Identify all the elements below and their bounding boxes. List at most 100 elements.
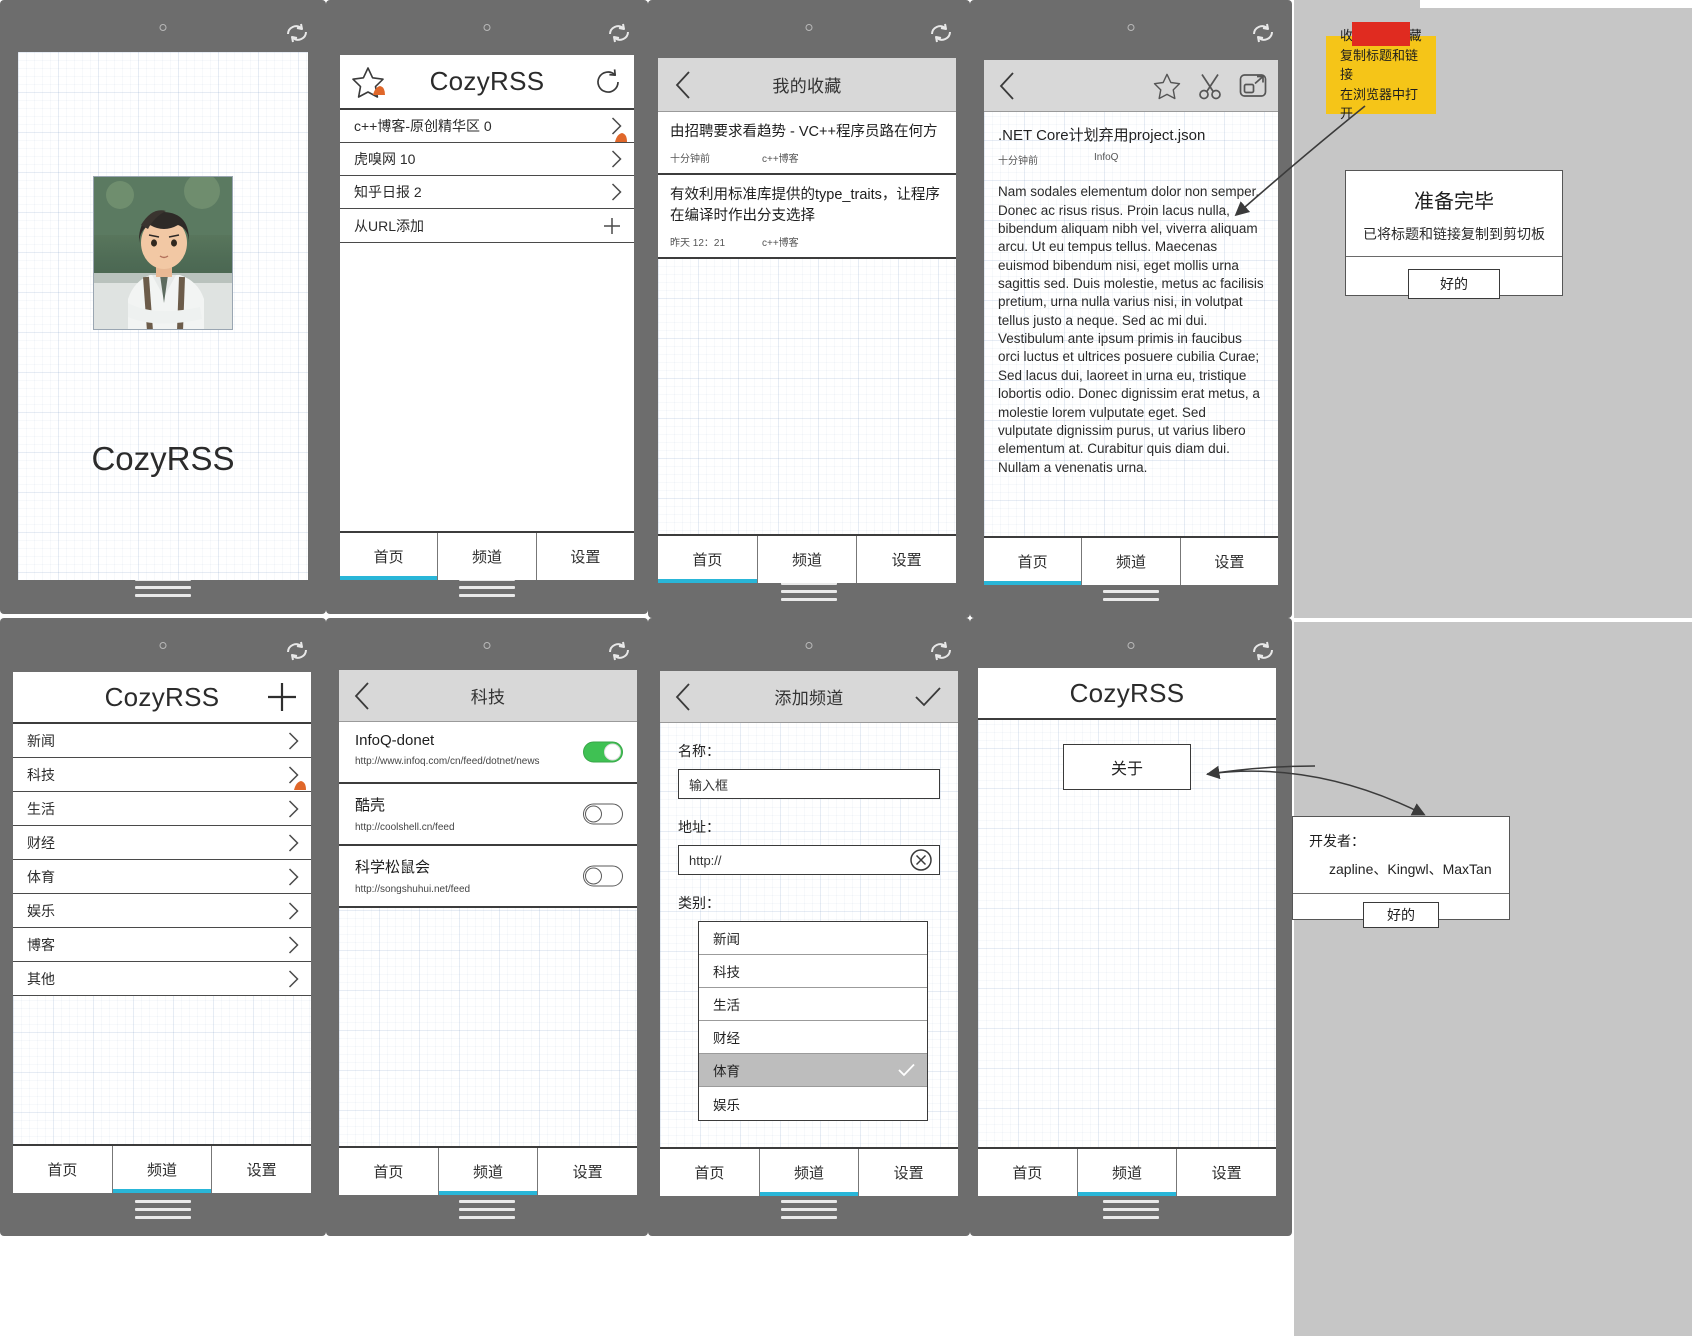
- feed-enable-toggle[interactable]: [583, 741, 623, 763]
- feed-enable-toggle[interactable]: [583, 803, 623, 825]
- article-time: 十分钟前: [998, 156, 1038, 168]
- back-button[interactable]: [674, 682, 692, 712]
- name-input[interactable]: 输入框: [678, 769, 940, 799]
- tab-settings[interactable]: 设置: [535, 533, 634, 580]
- category-item-finance[interactable]: 财经: [13, 826, 311, 860]
- clear-circle-icon[interactable]: [909, 848, 933, 872]
- feed-toggle-row[interactable]: 科学松鼠会 http://songshuhui.net/feed: [339, 846, 637, 908]
- chevron-left-icon: [675, 682, 690, 711]
- home-indicator[interactable]: [459, 578, 515, 600]
- favorite-item[interactable]: 由招聘要求看趋势 - VC++程序员路在何方 十分钟前 c++博客: [658, 112, 956, 176]
- home-indicator[interactable]: [781, 582, 837, 604]
- home-indicator[interactable]: [1103, 582, 1159, 604]
- favorite-meta: 十分钟前 c++博客: [670, 150, 944, 165]
- feed-list-item[interactable]: 虎嗅网 10: [340, 143, 634, 176]
- rotate-icon[interactable]: [1250, 640, 1276, 662]
- category-option-tech[interactable]: 科技: [699, 955, 927, 988]
- category-item-tech[interactable]: 科技: [13, 758, 311, 792]
- tab-channels[interactable]: 频道: [1081, 538, 1179, 585]
- feed-toggle-row[interactable]: 酷壳 http://coolshell.cn/feed: [339, 784, 637, 846]
- home-indicator[interactable]: [135, 578, 191, 600]
- bottom-nav: 首页 频道 设置: [340, 531, 634, 580]
- tab-label: 首页: [1017, 554, 1048, 571]
- url-input[interactable]: http://: [678, 845, 940, 875]
- tab-home[interactable]: 首页: [660, 1149, 759, 1196]
- add-from-url-row[interactable]: 从URL添加: [340, 209, 634, 243]
- home-indicator[interactable]: [135, 1200, 191, 1222]
- ok-button[interactable]: 好的: [1363, 902, 1439, 928]
- home-indicator[interactable]: [1103, 1200, 1159, 1222]
- tab-settings[interactable]: 设置: [1179, 538, 1278, 585]
- category-item-news[interactable]: 新闻: [13, 724, 311, 758]
- tab-home[interactable]: 首页: [13, 1146, 112, 1193]
- category-item-blog[interactable]: 博客: [13, 928, 311, 962]
- confirm-button[interactable]: [914, 685, 942, 709]
- tab-channels[interactable]: 频道: [111, 1146, 212, 1193]
- tab-label: 设置: [246, 1162, 277, 1179]
- home-indicator[interactable]: [459, 1200, 515, 1222]
- rotate-icon[interactable]: [606, 640, 632, 662]
- favorite-title: 由招聘要求看趋势 - VC++程序员路在何方: [670, 124, 938, 140]
- tab-settings[interactable]: 设置: [858, 1149, 958, 1196]
- category-option-sports[interactable]: 体育: [699, 1054, 927, 1087]
- tab-home[interactable]: 首页: [658, 536, 757, 583]
- category-item-sports[interactable]: 体育: [13, 860, 311, 894]
- device-topbar: [648, 618, 970, 670]
- tab-home[interactable]: 首页: [340, 533, 438, 580]
- tab-settings[interactable]: 设置: [537, 1148, 637, 1195]
- rotate-icon[interactable]: [606, 22, 632, 44]
- feed-toggle-row[interactable]: InfoQ-donet http://www.infoq.com/cn/feed…: [339, 722, 637, 784]
- feed-enable-toggle[interactable]: [583, 865, 623, 887]
- tab-settings[interactable]: 设置: [1176, 1149, 1276, 1196]
- tab-channels[interactable]: 频道: [437, 533, 535, 580]
- category-option-news[interactable]: 新闻: [699, 922, 927, 955]
- toggle-knob: [585, 867, 602, 885]
- tab-label: 设置: [893, 1165, 924, 1182]
- add-from-url-label: 从URL添加: [354, 217, 425, 234]
- favorite-star-button[interactable]: [1152, 71, 1182, 100]
- tab-settings[interactable]: 设置: [856, 536, 956, 583]
- device-topbar: [0, 618, 326, 670]
- favorites-star-button[interactable]: [350, 65, 386, 99]
- rotate-icon[interactable]: [284, 640, 310, 662]
- camera-dot: [1127, 642, 1135, 649]
- page-title: CozyRSS: [429, 66, 545, 96]
- category-item-entertainment[interactable]: 娱乐: [13, 894, 311, 928]
- about-dialog: 开发者： zapline、Kingwl、MaxTan 好的: [1292, 816, 1510, 928]
- back-button[interactable]: [998, 71, 1016, 101]
- category-option-finance[interactable]: 财经: [699, 1021, 927, 1054]
- tab-channels[interactable]: 频道: [437, 1148, 538, 1195]
- favorite-item[interactable]: 有效利用标准库提供的type_traits，让程序在编译时作出分支选择 昨天 1…: [658, 175, 956, 259]
- back-button[interactable]: [674, 70, 692, 100]
- category-option-life[interactable]: 生活: [699, 988, 927, 1021]
- home-indicator[interactable]: [781, 1200, 837, 1222]
- ok-button[interactable]: 好的: [1408, 269, 1500, 299]
- back-button[interactable]: [353, 681, 371, 711]
- tab-channels[interactable]: 频道: [756, 536, 857, 583]
- tab-settings[interactable]: 设置: [211, 1146, 311, 1193]
- tab-channels[interactable]: 频道: [758, 1149, 859, 1196]
- device-topbar: [326, 618, 648, 670]
- add-channel-form: 名称： 输入框 地址： http:// 类别：: [660, 723, 958, 913]
- tab-label: 频道: [473, 1164, 504, 1181]
- tab-channels[interactable]: 频道: [1076, 1149, 1177, 1196]
- category-item-life[interactable]: 生活: [13, 792, 311, 826]
- tab-home[interactable]: 首页: [339, 1148, 438, 1195]
- add-channel-button[interactable]: [265, 680, 299, 714]
- feed-list-item[interactable]: 知乎日报 2: [340, 176, 634, 209]
- feed-list-item[interactable]: c++博客-原创精华区 0: [340, 110, 634, 143]
- rotate-icon[interactable]: [1250, 22, 1276, 44]
- rotate-icon[interactable]: [928, 640, 954, 662]
- about-button[interactable]: 关于: [1063, 744, 1191, 790]
- screen-category-feeds: 科技 InfoQ-donet http://www.infoq.com/cn/f…: [339, 670, 637, 1195]
- category-option-entertainment[interactable]: 娱乐: [699, 1087, 927, 1120]
- chevron-right-icon: [611, 150, 622, 169]
- category-item-other[interactable]: 其他: [13, 962, 311, 996]
- tab-home[interactable]: 首页: [984, 538, 1082, 585]
- rotate-icon[interactable]: [284, 22, 310, 44]
- annotation-panel-bottom: [1294, 622, 1692, 1336]
- rotate-icon[interactable]: [928, 22, 954, 44]
- tab-home[interactable]: 首页: [978, 1149, 1077, 1196]
- device-add-channel: 添加频道 名称： 输入框 地址： http:// 类别： 新闻 科技 生活 财经: [648, 618, 970, 1236]
- refresh-button[interactable]: [592, 66, 624, 98]
